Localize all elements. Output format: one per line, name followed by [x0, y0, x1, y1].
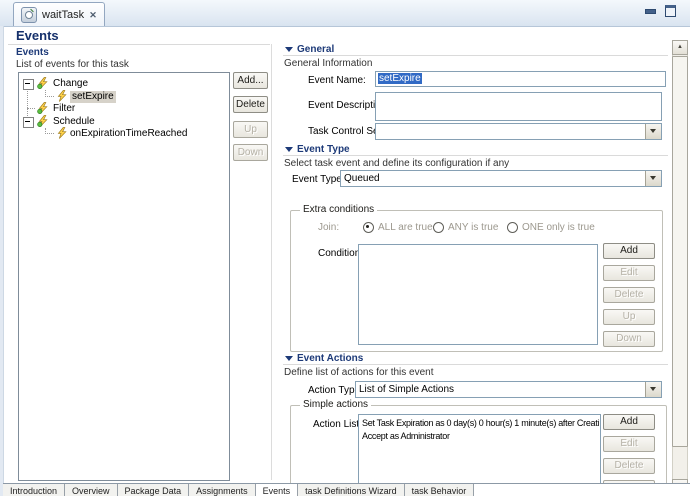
- tree-item-label: onExpirationTimeReached: [70, 128, 187, 140]
- action-type-value: List of Simple Actions: [359, 383, 643, 396]
- editor-tab-waittask[interactable]: waitTask ✕: [13, 2, 105, 26]
- editor-tab-bar: waitTask ✕: [0, 0, 690, 27]
- tab-overview[interactable]: Overview: [65, 484, 118, 496]
- delete-condition-button: Delete: [603, 287, 655, 303]
- events-tree[interactable]: Change setExpire Filter Schedule: [18, 72, 230, 481]
- general-section-title: General: [297, 44, 334, 55]
- tab-assignments[interactable]: Assignments: [189, 484, 256, 496]
- event-type-section-title: Event Type: [297, 144, 350, 155]
- dropdown-arrow-icon[interactable]: [645, 124, 661, 139]
- action-list-label: Action List:: [313, 419, 362, 430]
- radio-all-are-true: [363, 222, 374, 233]
- maximize-icon[interactable]: [665, 5, 676, 17]
- add-condition-button[interactable]: Add: [603, 243, 655, 259]
- task-editor-window: waitTask ✕ Events Events List of events …: [0, 0, 690, 496]
- tree-item-change[interactable]: Change: [19, 77, 227, 90]
- tree-item-label: setExpire: [70, 91, 116, 103]
- task-editor-icon: [21, 7, 37, 23]
- tree-item-label: Filter: [53, 103, 75, 115]
- radio-all-label: ALL are true: [378, 222, 433, 233]
- tab-package-data[interactable]: Package Data: [118, 484, 190, 496]
- general-section-description: General Information: [284, 58, 372, 69]
- add-action-button[interactable]: Add: [603, 414, 655, 430]
- join-label: Join:: [318, 222, 339, 233]
- radio-any-is-true: [433, 222, 444, 233]
- event-name-input[interactable]: setExpire: [375, 71, 666, 87]
- pane-divider: [271, 44, 272, 480]
- dropdown-arrow-icon[interactable]: [645, 382, 661, 397]
- events-section-title: Events: [16, 47, 49, 58]
- edit-action-button: Edit: [603, 436, 655, 452]
- radio-one-label: ONE only is true: [522, 222, 595, 233]
- section-divider: [283, 364, 668, 365]
- event-name-label: Event Name:: [308, 75, 366, 86]
- delete-action-button: Delete: [603, 458, 655, 474]
- section-divider: [283, 155, 668, 156]
- events-section-description: List of events for this task: [16, 59, 129, 70]
- tree-item-filter[interactable]: Filter: [19, 102, 227, 115]
- edit-condition-button: Edit: [603, 265, 655, 281]
- task-control-set-select[interactable]: [375, 123, 662, 140]
- dropdown-arrow-icon[interactable]: [645, 171, 661, 186]
- event-name-value: setExpire: [378, 73, 422, 84]
- event-handler-icon: [56, 127, 68, 139]
- scrollbar-thumb[interactable]: [672, 56, 688, 447]
- close-icon[interactable]: ✕: [89, 10, 97, 20]
- move-down-button: Down: [233, 144, 268, 161]
- minimize-icon[interactable]: [645, 9, 656, 14]
- action-list-item[interactable]: Set Task Expiration as 0 day(s) 0 hour(s…: [362, 417, 599, 430]
- condition-down-button: Down: [603, 331, 655, 347]
- tab-task-behavior[interactable]: task Behavior: [405, 484, 475, 496]
- event-type-value: Queued: [344, 172, 643, 185]
- event-category-icon: [37, 102, 49, 114]
- tab-introduction[interactable]: Introduction: [3, 484, 65, 496]
- task-control-set-label: Task Control Set: [308, 126, 381, 137]
- tab-events[interactable]: Events: [256, 484, 299, 496]
- left-section-divider: [8, 44, 270, 45]
- page-tab-bar: IntroductionOverviewPackage DataAssignme…: [3, 483, 690, 496]
- collapse-toggle-icon[interactable]: [23, 79, 34, 90]
- action-type-select[interactable]: List of Simple Actions: [355, 381, 662, 398]
- event-type-section-description: Select task event and define its configu…: [284, 158, 509, 169]
- event-category-icon: [37, 77, 49, 89]
- editor-left-margin: [0, 26, 4, 496]
- delete-event-button[interactable]: Delete: [233, 96, 268, 113]
- tree-item-onexpirationtimereached[interactable]: onExpirationTimeReached: [19, 127, 227, 140]
- event-type-select[interactable]: Queued: [340, 170, 662, 187]
- event-handler-icon: [56, 90, 68, 102]
- radio-one-only-is-true: [507, 222, 518, 233]
- radio-any-label: ANY is true: [448, 222, 498, 233]
- action-list-item[interactable]: Accept as Administrator: [362, 430, 599, 443]
- conditions-list[interactable]: [358, 244, 598, 345]
- section-divider: [283, 55, 668, 56]
- extra-conditions-group-label: Extra conditions: [300, 204, 377, 215]
- event-description-input[interactable]: [375, 92, 662, 121]
- tree-item-label: Schedule: [53, 116, 95, 128]
- scroll-up-icon[interactable]: ▲: [672, 40, 688, 55]
- event-type-label: Event Type:: [292, 174, 345, 185]
- simple-actions-group-label: Simple actions: [300, 399, 371, 410]
- editor-tab-label: waitTask: [42, 9, 84, 21]
- event-actions-section-description: Define list of actions for this event: [284, 367, 434, 378]
- condition-up-button: Up: [603, 309, 655, 325]
- tab-task-definitions-wizard[interactable]: task Definitions Wizard: [298, 484, 405, 496]
- page-title: Events: [16, 28, 59, 43]
- event-actions-section-title: Event Actions: [297, 353, 363, 364]
- tree-item-label: Change: [53, 78, 88, 90]
- add-event-button[interactable]: Add...: [233, 72, 268, 89]
- move-up-button: Up: [233, 121, 268, 138]
- event-category-icon: [37, 115, 49, 127]
